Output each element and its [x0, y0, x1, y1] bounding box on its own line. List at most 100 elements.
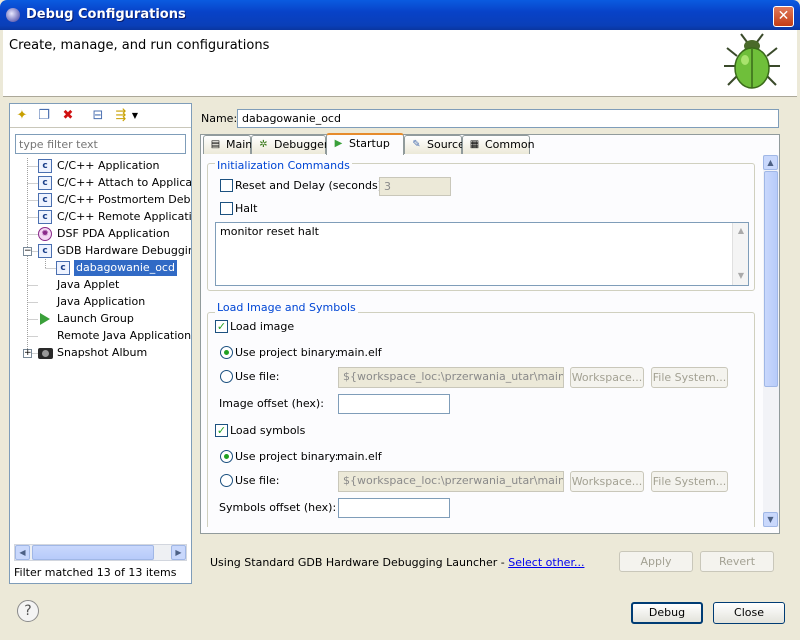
collapse-all-icon[interactable]: ⊟: [90, 108, 106, 124]
tree-item-cpp-remote[interactable]: c C/C++ Remote Application: [10, 209, 191, 225]
delete-icon[interactable]: ✖: [60, 108, 76, 124]
dropdown-arrow-icon[interactable]: ▼: [131, 108, 139, 124]
configuration-tree: c C/C++ Application c C/C++ Attach to Ap…: [10, 158, 191, 543]
camera-icon: [38, 348, 53, 359]
init-commands-textarea[interactable]: monitor reset halt ▲ ▼: [215, 222, 749, 286]
load-group-box: [207, 312, 755, 527]
image-use-file-label: Use file:: [235, 370, 280, 383]
tree-item-java-applet[interactable]: Java Applet: [10, 277, 191, 293]
textarea-scrollbar[interactable]: ▲ ▼: [732, 223, 748, 285]
tree-item-snapshot-album[interactable]: + Snapshot Album: [10, 345, 191, 361]
new-configuration-icon[interactable]: ✦: [14, 108, 30, 124]
revert-button[interactable]: Revert: [700, 551, 774, 572]
tab-common[interactable]: ▦ Common: [462, 135, 535, 154]
image-use-project-label: Use project binary:: [235, 346, 339, 359]
c-icon: c: [56, 261, 70, 275]
close-button[interactable]: Close: [713, 602, 785, 624]
tree-item-label: GDB Hardware Debugging: [57, 244, 191, 257]
symbols-use-file-radio[interactable]: [220, 474, 233, 487]
scroll-down-icon[interactable]: ▼: [763, 512, 778, 527]
name-label: Name:: [201, 112, 238, 125]
collapse-toggle-icon[interactable]: −: [23, 247, 32, 256]
tree-item-launch-group[interactable]: Launch Group: [10, 311, 191, 327]
help-icon[interactable]: ?: [17, 600, 39, 622]
startup-content: Initialization Commands Reset and Delay …: [207, 155, 761, 527]
header-title: Create, manage, and run configurations: [9, 38, 270, 53]
image-use-file-radio[interactable]: [220, 370, 233, 383]
image-file-input[interactable]: ${workspace_loc:\przerwania_utar\main.bi…: [338, 367, 564, 388]
scroll-thumb[interactable]: [764, 171, 778, 387]
symbols-use-project-radio[interactable]: [220, 450, 233, 463]
symbols-offset-input[interactable]: [338, 498, 450, 518]
halt-checkbox[interactable]: [220, 202, 233, 215]
tree-item-java-application[interactable]: Java Application: [10, 294, 191, 310]
common-icon: ▦: [469, 139, 480, 150]
reset-delay-label: Reset and Delay (seconds):: [235, 179, 386, 192]
tree-item-label: Snapshot Album: [57, 346, 148, 359]
tab-debugger[interactable]: ✲ Debugger: [251, 135, 328, 154]
tree-item-dabagowanie-ocd[interactable]: c dabagowanie_ocd: [10, 259, 191, 277]
apply-button[interactable]: Apply: [619, 551, 693, 572]
expand-toggle-icon[interactable]: +: [23, 349, 32, 358]
tree-horizontal-scrollbar[interactable]: ◀ ▶: [14, 544, 187, 561]
eclipse-icon: [6, 8, 20, 22]
name-input[interactable]: dabagowanie_ocd: [237, 109, 779, 128]
filter-input[interactable]: [15, 134, 186, 154]
load-symbols-checkbox[interactable]: ✓: [215, 424, 228, 437]
image-filesystem-button[interactable]: File System...: [651, 367, 728, 388]
reset-delay-checkbox[interactable]: [220, 179, 233, 192]
filter-status: Filter matched 13 of 13 items: [14, 566, 177, 579]
tree-item-label: dabagowanie_ocd: [73, 259, 178, 277]
tree-item-gdb-hardware[interactable]: − c GDB Hardware Debugging: [10, 243, 191, 259]
tree-item-cpp-application[interactable]: c C/C++ Application: [10, 158, 191, 174]
reset-delay-input[interactable]: 3: [379, 177, 451, 196]
scroll-left-icon[interactable]: ◀: [15, 545, 30, 560]
tab-startup[interactable]: ▶ Startup: [326, 133, 404, 155]
source-icon: ✎: [412, 139, 421, 150]
tree-item-remote-java[interactable]: Remote Java Application: [10, 328, 191, 344]
image-offset-input[interactable]: [338, 394, 450, 414]
debug-bug-icon: [724, 33, 780, 89]
window-title: Debug Configurations: [26, 7, 186, 22]
scroll-thumb[interactable]: [32, 545, 154, 560]
tree-item-label: C/C++ Remote Application: [57, 210, 191, 223]
duplicate-icon[interactable]: ❐: [36, 108, 52, 124]
main-icon: ▤: [210, 139, 221, 150]
debug-button[interactable]: Debug: [631, 602, 703, 624]
tree-item-cpp-attach[interactable]: c C/C++ Attach to Application: [10, 175, 191, 191]
tree-item-label: C/C++ Postmortem Debugger: [57, 193, 191, 206]
image-use-project-radio[interactable]: [220, 346, 233, 359]
c-icon: c: [38, 244, 52, 258]
symbols-workspace-button[interactable]: Workspace...: [570, 471, 644, 492]
filter-icon[interactable]: ⇶: [113, 108, 129, 124]
c-icon: c: [38, 193, 52, 207]
load-image-label: Load image: [230, 320, 295, 333]
tree-item-label: DSF PDA Application: [57, 227, 170, 240]
tree-item-label: Remote Java Application: [57, 329, 191, 342]
scroll-up-icon[interactable]: ▲: [763, 155, 778, 170]
pda-icon: ✹: [38, 227, 52, 241]
tab-source[interactable]: ✎ Source: [404, 135, 465, 154]
load-group-title: Load Image and Symbols: [215, 301, 358, 314]
tree-item-cpp-postmortem[interactable]: c C/C++ Postmortem Debugger: [10, 192, 191, 208]
c-icon: c: [38, 210, 52, 224]
tree-item-label: C/C++ Attach to Application: [57, 176, 191, 189]
load-image-checkbox[interactable]: ✓: [215, 320, 228, 333]
tab-main[interactable]: ▤ Main: [203, 135, 252, 154]
tab-label: Startup: [349, 137, 390, 150]
symbols-project-binary: main.elf: [337, 450, 382, 463]
symbols-filesystem-button[interactable]: File System...: [651, 471, 728, 492]
image-workspace-button[interactable]: Workspace...: [570, 367, 644, 388]
symbols-file-input[interactable]: ${workspace_loc:\przerwania_utar\main.bi…: [338, 471, 564, 492]
launch-icon: [40, 313, 50, 325]
launcher-text: Using Standard GDB Hardware Debugging La…: [210, 556, 509, 569]
window-close-button[interactable]: ✕: [773, 6, 794, 27]
scroll-down-icon[interactable]: ▼: [734, 269, 748, 283]
c-icon: c: [38, 159, 52, 173]
image-project-binary: main.elf: [337, 346, 382, 359]
configuration-tree-panel: ✦ ❐ ✖ ⊟ ⇶ ▼ type filter text c C/C++ App…: [9, 103, 192, 584]
select-other-link[interactable]: Select other...: [508, 556, 584, 569]
scroll-up-icon[interactable]: ▲: [734, 224, 748, 238]
tree-item-dsf-pda[interactable]: ✹ DSF PDA Application: [10, 226, 191, 242]
scroll-right-icon[interactable]: ▶: [171, 545, 186, 560]
